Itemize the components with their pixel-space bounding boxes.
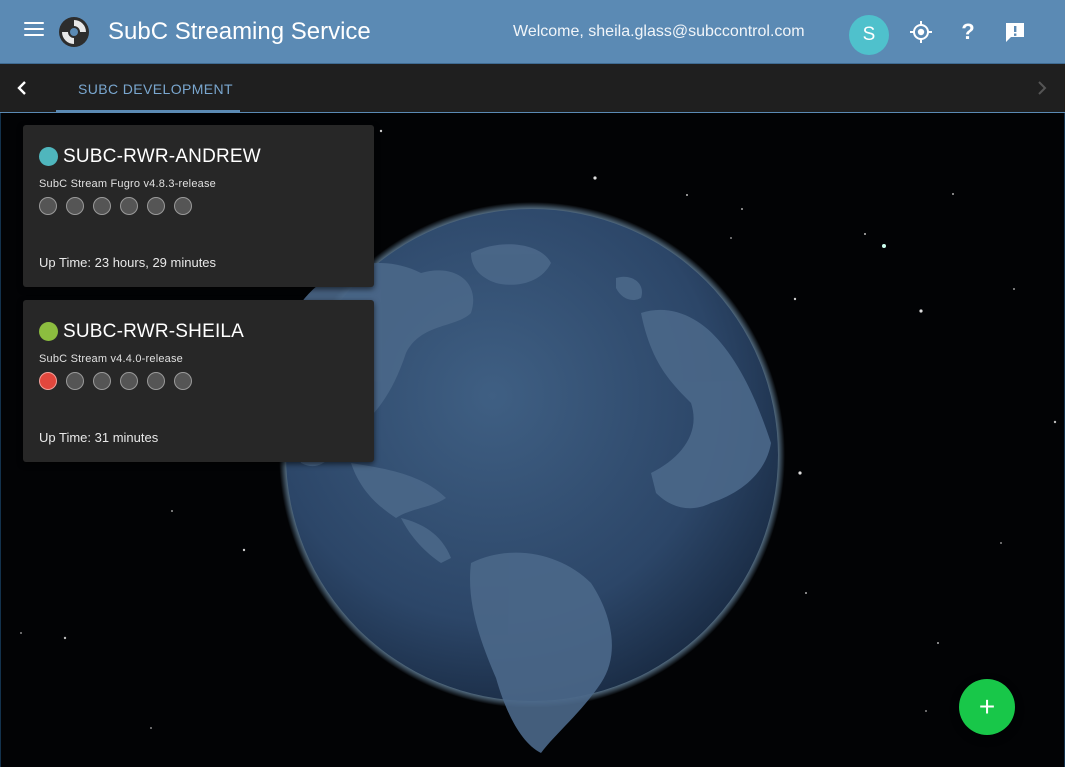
device-card[interactable]: SUBC-RWR-SHEILA SubC Stream v4.4.0-relea… bbox=[23, 300, 374, 462]
status-indicator bbox=[39, 147, 58, 166]
status-light bbox=[93, 197, 111, 215]
tab-label: SUBC DEVELOPMENT bbox=[78, 81, 233, 97]
welcome-message: Welcome, sheila.glass@subccontrol.com bbox=[513, 23, 805, 40]
chevron-left-icon[interactable] bbox=[10, 76, 34, 100]
device-version: SubC Stream v4.4.0-release bbox=[39, 353, 183, 365]
status-light bbox=[93, 372, 111, 390]
status-light bbox=[174, 197, 192, 215]
status-light bbox=[120, 372, 138, 390]
gps-locate-icon[interactable] bbox=[907, 18, 935, 46]
device-uptime: Up Time: 23 hours, 29 minutes bbox=[39, 255, 217, 270]
subc-logo-icon bbox=[58, 16, 90, 48]
user-avatar[interactable]: S bbox=[849, 15, 889, 55]
device-card[interactable]: SUBC-RWR-ANDREW SubC Stream Fugro v4.8.3… bbox=[23, 125, 374, 287]
status-indicator bbox=[39, 322, 58, 341]
device-uptime: Up Time: 31 minutes bbox=[39, 430, 159, 445]
status-light bbox=[66, 372, 84, 390]
help-icon[interactable]: ? bbox=[954, 18, 982, 46]
app-title: SubC Streaming Service bbox=[108, 18, 371, 45]
status-light bbox=[147, 372, 165, 390]
status-light bbox=[147, 197, 165, 215]
chevron-right-icon[interactable] bbox=[1030, 76, 1054, 100]
feedback-icon[interactable] bbox=[1001, 18, 1029, 46]
status-light bbox=[39, 372, 57, 390]
status-light bbox=[174, 372, 192, 390]
add-button[interactable]: + bbox=[959, 679, 1015, 735]
device-name: SUBC-RWR-SHEILA bbox=[63, 321, 245, 342]
app-bar: SubC Streaming Service Welcome, sheila.g… bbox=[0, 0, 1065, 64]
device-version: SubC Stream Fugro v4.8.3-release bbox=[39, 178, 216, 190]
status-light bbox=[39, 197, 57, 215]
device-name: SUBC-RWR-ANDREW bbox=[63, 146, 261, 167]
tab-bar: SUBC DEVELOPMENT bbox=[0, 64, 1065, 113]
status-light bbox=[66, 197, 84, 215]
tab-subc-development[interactable]: SUBC DEVELOPMENT bbox=[56, 64, 240, 112]
menu-icon[interactable] bbox=[24, 22, 44, 42]
status-light bbox=[120, 197, 138, 215]
